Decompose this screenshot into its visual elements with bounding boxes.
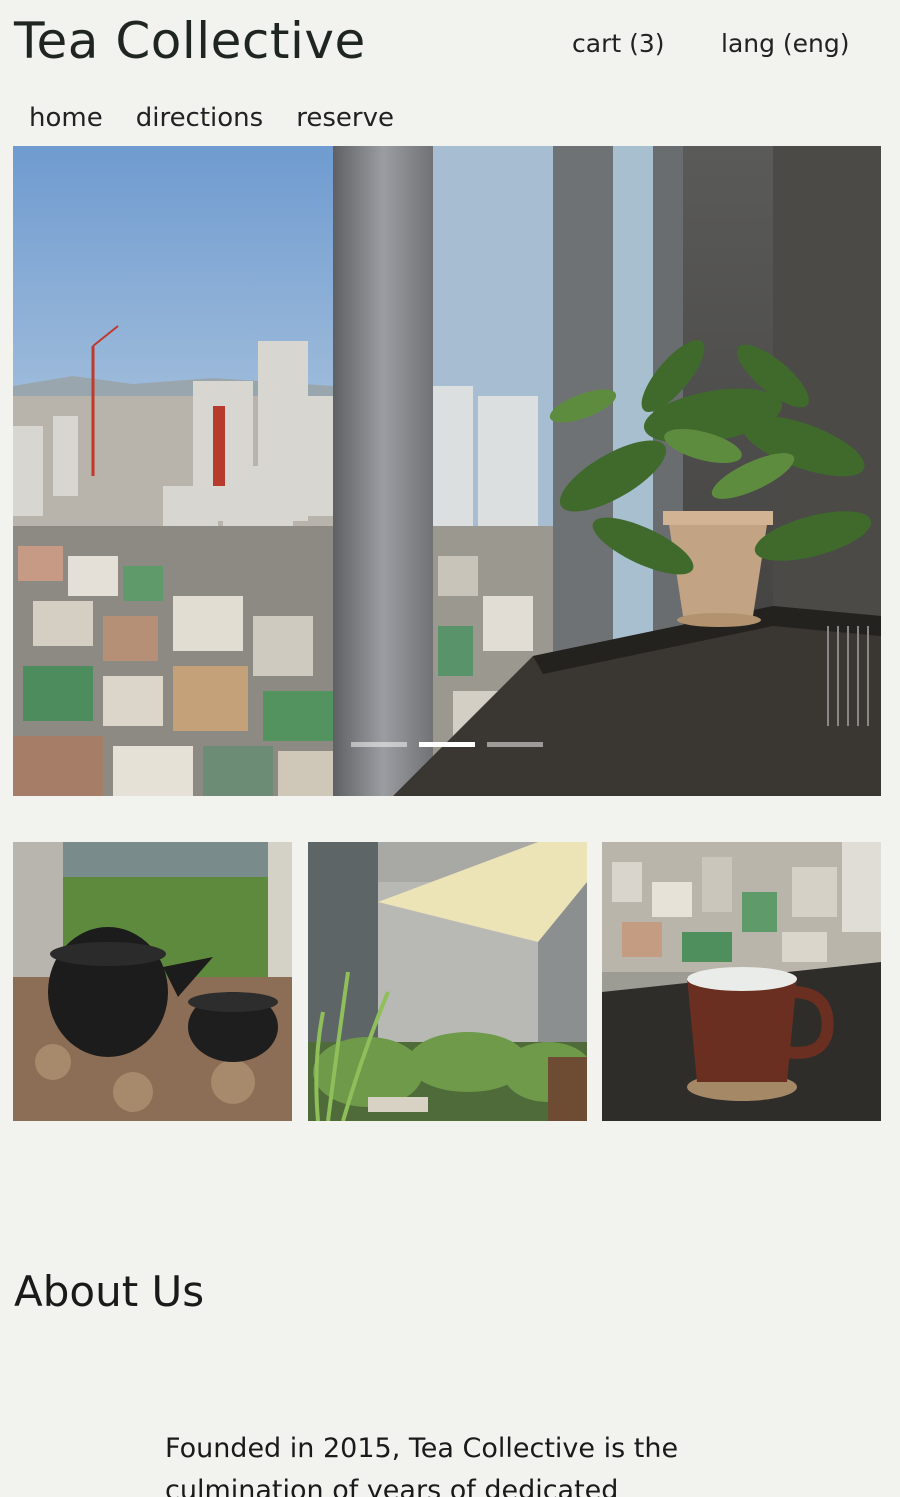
page: Tea Collective cart (3) lang (eng) home … xyxy=(0,0,900,1497)
cart-link[interactable]: cart (3) xyxy=(572,26,665,62)
nav-directions[interactable]: directions xyxy=(136,100,264,136)
carousel-dot-3[interactable] xyxy=(487,742,543,747)
garden-image xyxy=(308,842,587,1121)
main-nav: home directions reserve xyxy=(29,100,394,136)
thumbnail-garden[interactable] xyxy=(308,842,587,1121)
carousel-dot-2[interactable] xyxy=(419,742,475,747)
carousel-indicators xyxy=(351,742,543,747)
language-selector[interactable]: lang (eng) xyxy=(721,26,850,62)
nav-home[interactable]: home xyxy=(29,100,103,136)
hero-carousel[interactable] xyxy=(13,146,881,796)
about-paragraph: Founded in 2015, Tea Collective is the c… xyxy=(165,1433,679,1497)
gallery-thumbnails xyxy=(13,842,881,1121)
latte-image xyxy=(602,842,881,1121)
about-heading: About Us xyxy=(14,1267,205,1316)
brand-logo[interactable]: Tea Collective xyxy=(14,8,366,74)
thumbnail-teapot[interactable] xyxy=(13,842,292,1121)
nav-reserve[interactable]: reserve xyxy=(296,100,394,136)
hero-image xyxy=(13,146,881,796)
thumbnail-latte[interactable] xyxy=(602,842,881,1121)
teapot-image xyxy=(13,842,292,1121)
carousel-dot-1[interactable] xyxy=(351,742,407,747)
